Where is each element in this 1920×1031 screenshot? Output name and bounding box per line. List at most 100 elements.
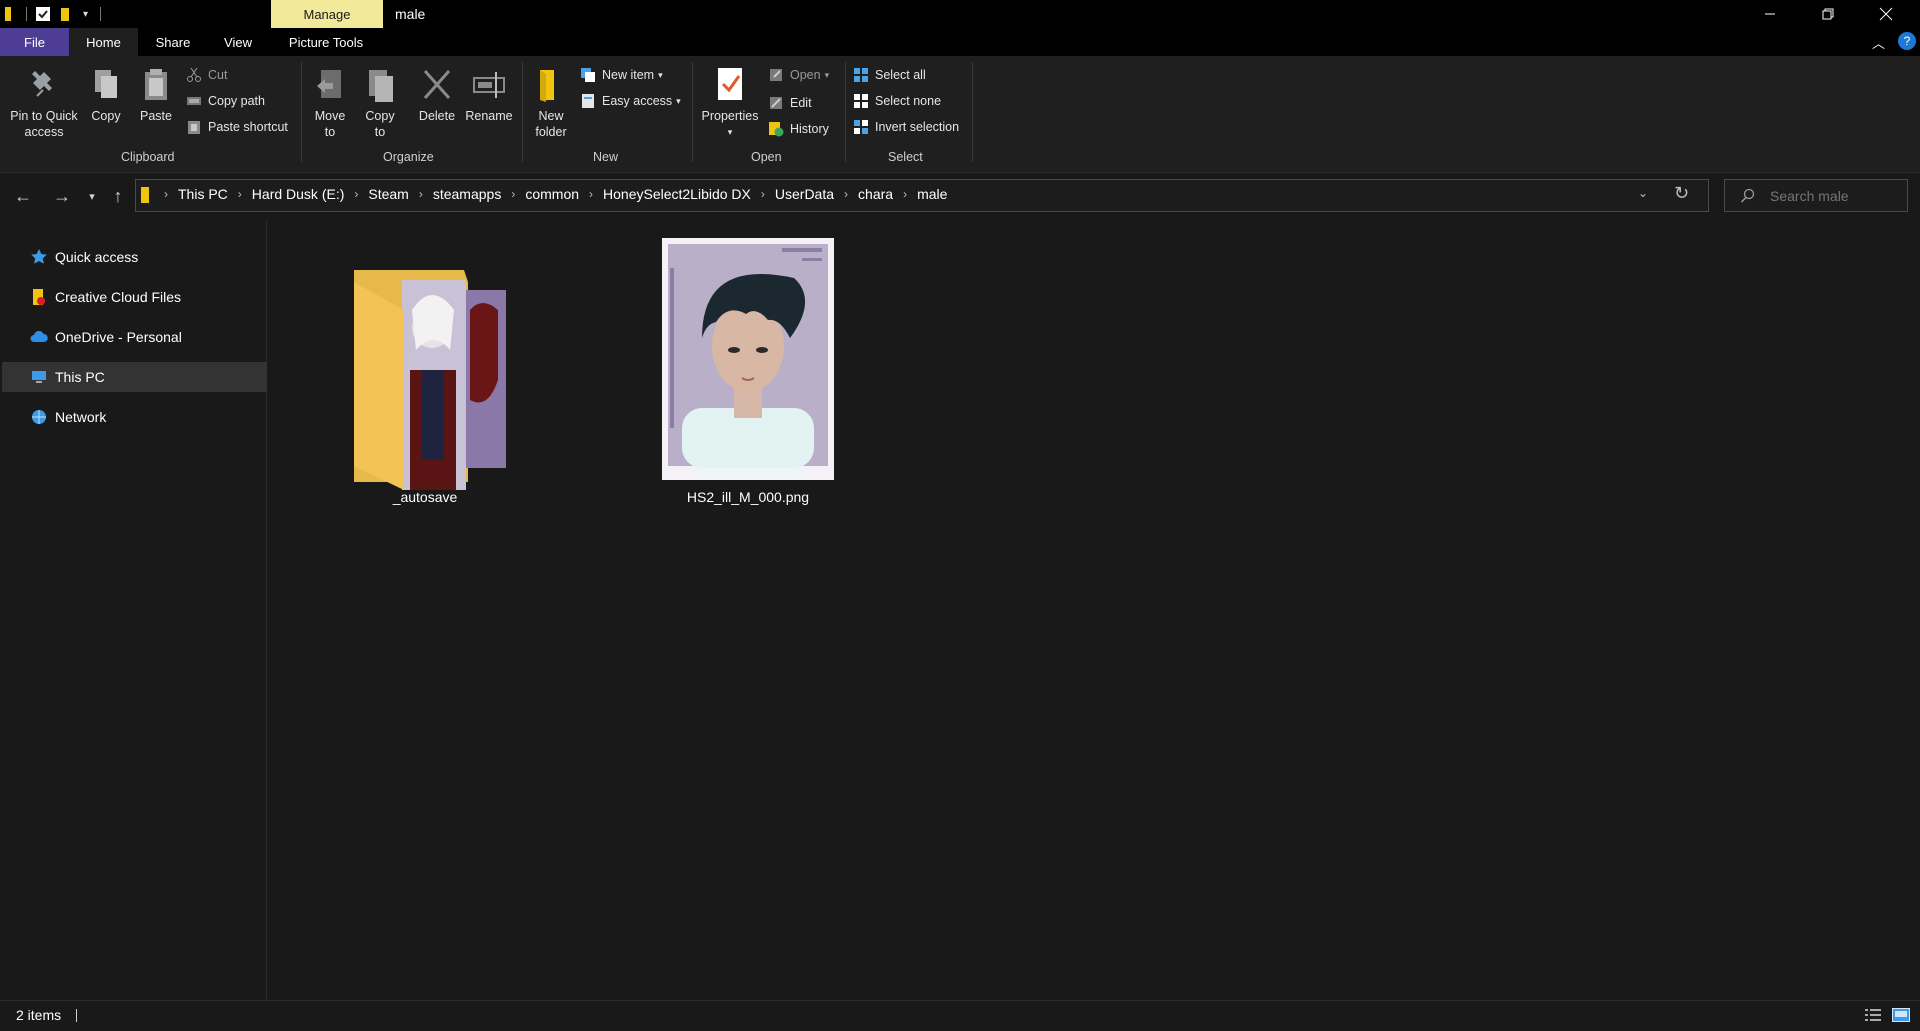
breadcrumb-item[interactable]: male: [917, 186, 947, 202]
select-all-label: Select all: [875, 68, 926, 82]
sidebar-item-quick-access[interactable]: Quick access: [0, 242, 266, 272]
pin-label: Pin to Quick access: [10, 109, 78, 139]
tab-share[interactable]: Share: [143, 28, 203, 56]
sidebar-item-label: Quick access: [55, 249, 139, 265]
restore-icon[interactable]: [1800, 0, 1856, 28]
chevron-right-icon[interactable]: ›: [511, 187, 515, 201]
rename-button[interactable]: Rename: [463, 66, 515, 124]
breadcrumb-item[interactable]: common: [525, 186, 579, 202]
select-all-icon: [854, 68, 868, 82]
edit-label: Edit: [790, 96, 812, 110]
edit-button[interactable]: Edit: [768, 92, 812, 114]
copy-path-button[interactable]: Copy path: [186, 90, 265, 112]
sidebar-item-creative-cloud[interactable]: Creative Cloud Files: [0, 282, 266, 312]
invert-selection-button[interactable]: Invert selection: [853, 116, 959, 138]
cut-label: Cut: [208, 68, 228, 82]
sidebar-item-this-pc[interactable]: This PC: [2, 362, 267, 392]
paste-shortcut-button[interactable]: Paste shortcut: [186, 116, 288, 138]
tab-home[interactable]: Home: [69, 28, 138, 56]
clipboard-icon: [145, 69, 167, 100]
easy-access-button[interactable]: Easy access ▾: [580, 90, 681, 112]
paste-button[interactable]: Paste: [136, 66, 176, 124]
cut-button[interactable]: Cut: [186, 64, 227, 86]
tab-view[interactable]: View: [210, 28, 266, 56]
chevron-right-icon[interactable]: ›: [164, 187, 168, 201]
copy-to-button[interactable]: Copy to: [360, 66, 400, 140]
chevron-right-icon[interactable]: ›: [844, 187, 848, 201]
copy-to-label: Copy to: [365, 109, 395, 139]
image-file-item[interactable]: [660, 236, 836, 482]
tab-file[interactable]: File: [0, 28, 69, 56]
properties-check-icon[interactable]: [35, 6, 51, 22]
search-input[interactable]: [1768, 185, 1902, 207]
properties-check-icon: [718, 68, 742, 100]
move-to-button[interactable]: Move to: [310, 66, 350, 140]
chevron-right-icon[interactable]: ›: [903, 187, 907, 201]
new-folder-icon[interactable]: [59, 6, 75, 22]
paste-shortcut-icon: [188, 121, 200, 134]
large-icons-view-icon[interactable]: [1892, 1008, 1910, 1022]
up-arrow-icon[interactable]: ↑: [106, 185, 130, 207]
pin-quick-access-button[interactable]: Pin to Quick access: [6, 66, 82, 140]
new-item-button[interactable]: New item ▾: [580, 64, 663, 86]
breadcrumb-item[interactable]: This PC: [178, 186, 228, 202]
minimize-icon[interactable]: [1742, 0, 1798, 28]
recent-locations-icon[interactable]: ▾: [80, 185, 104, 207]
copy-button[interactable]: Copy: [86, 66, 126, 124]
forward-arrow-icon[interactable]: →: [50, 185, 74, 207]
folder-item[interactable]: [330, 250, 520, 520]
help-icon[interactable]: ?: [1898, 32, 1916, 50]
breadcrumb-item[interactable]: Steam: [368, 186, 408, 202]
new-item-icon: [581, 68, 595, 82]
group-divider: [301, 62, 302, 162]
copy-label: Copy: [91, 109, 121, 123]
chevron-right-icon[interactable]: ›: [354, 187, 358, 201]
computer-icon: [32, 371, 46, 383]
breadcrumb-item[interactable]: steamapps: [433, 186, 501, 202]
select-none-icon: [854, 94, 868, 108]
star-icon: [31, 249, 47, 264]
history-icon: [769, 122, 784, 137]
chevron-right-icon[interactable]: ›: [761, 187, 765, 201]
refresh-icon[interactable]: ↻: [1674, 183, 1689, 204]
paste-shortcut-label: Paste shortcut: [208, 120, 288, 134]
open-button[interactable]: Open ▾: [768, 64, 829, 86]
breadcrumb-item[interactable]: UserData: [775, 186, 834, 202]
select-all-button[interactable]: Select all: [853, 64, 926, 86]
new-folder-button[interactable]: New folder: [531, 66, 571, 140]
chevron-right-icon[interactable]: ›: [419, 187, 423, 201]
scissors-icon: [187, 67, 201, 82]
manage-tab[interactable]: Manage: [271, 0, 383, 28]
organize-group-label: Organize: [383, 150, 434, 164]
network-icon: [32, 410, 46, 424]
invert-selection-icon: [854, 120, 868, 134]
tab-picture-tools[interactable]: Picture Tools: [278, 28, 374, 56]
breadcrumb-item[interactable]: Hard Dusk (E:): [252, 186, 345, 202]
sidebar-item-onedrive[interactable]: OneDrive - Personal: [0, 322, 266, 352]
breadcrumb-item[interactable]: chara: [858, 186, 893, 202]
sidebar-item-network[interactable]: Network: [0, 402, 266, 432]
delete-button[interactable]: Delete: [417, 66, 457, 124]
details-view-icon[interactable]: [1864, 1008, 1882, 1022]
rename-label: Rename: [465, 109, 513, 123]
chevron-right-icon[interactable]: ›: [589, 187, 593, 201]
copy-path-label: Copy path: [208, 94, 265, 108]
history-button[interactable]: History: [768, 118, 829, 140]
customize-qat-icon[interactable]: ▾: [83, 9, 88, 20]
properties-button[interactable]: Properties ▾: [698, 66, 762, 140]
sidebar-item-label: OneDrive - Personal: [55, 329, 182, 345]
chevron-right-icon[interactable]: ›: [238, 187, 242, 201]
dropdown-arrow-icon: ▾: [676, 95, 681, 106]
address-dropdown-icon[interactable]: ⌄: [1638, 186, 1648, 200]
folder-icon[interactable]: [4, 6, 18, 22]
group-divider: [845, 62, 846, 162]
select-none-button[interactable]: Select none: [853, 90, 941, 112]
easy-access-label: Easy access: [602, 94, 673, 108]
move-to-label: Move to: [314, 109, 346, 139]
image-thumbnail-icon: [662, 238, 834, 480]
ribbon: [0, 56, 1920, 173]
breadcrumb-item[interactable]: HoneySelect2Libido DX: [603, 186, 751, 202]
collapse-ribbon-icon[interactable]: ︿: [1872, 33, 1885, 52]
back-arrow-icon[interactable]: ←: [11, 185, 35, 207]
close-icon[interactable]: [1858, 0, 1914, 28]
